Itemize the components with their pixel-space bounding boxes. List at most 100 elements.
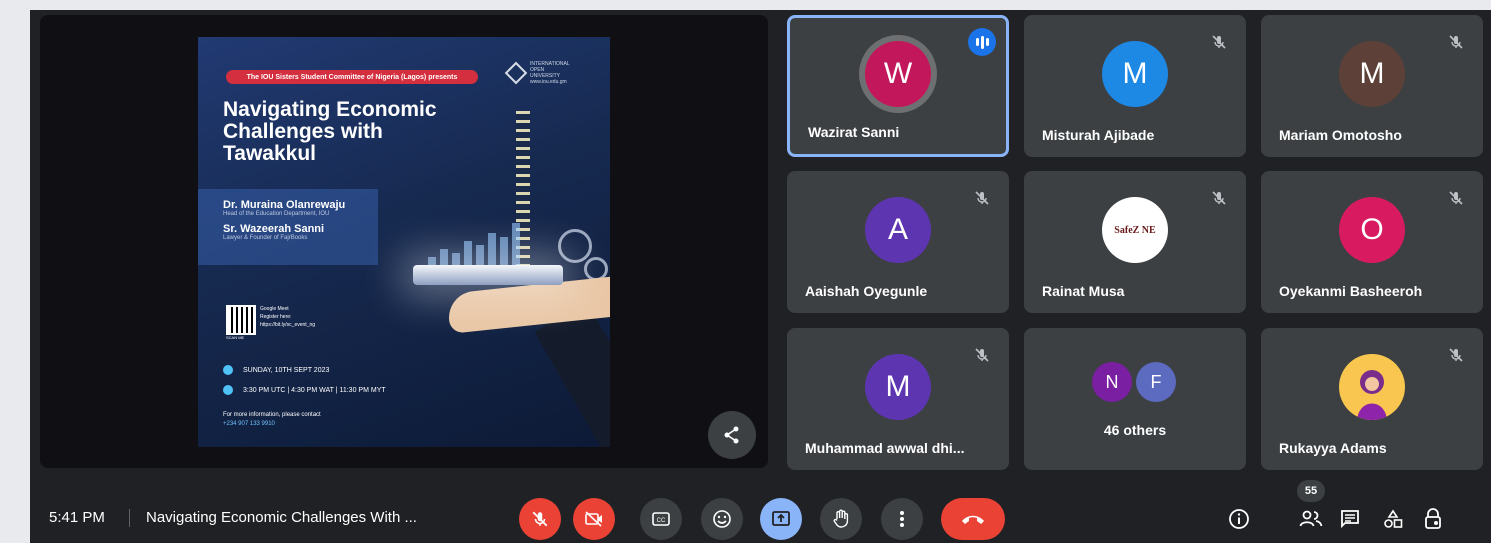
reactions-button[interactable] bbox=[701, 498, 743, 540]
host-controls-button[interactable] bbox=[1416, 502, 1450, 536]
participant-name: Aaishah Oyegunle bbox=[805, 283, 928, 299]
mic-off-icon bbox=[1206, 185, 1232, 211]
event-times: 3:30 PM UTC | 4:30 PM WAT | 11:30 PM MYT bbox=[243, 386, 386, 394]
chat-icon bbox=[1341, 510, 1359, 529]
contact-label: For more information, please contact bbox=[223, 412, 321, 418]
speaker-role: Lawyer & Founder of FajrBooks bbox=[223, 235, 308, 241]
captions-button[interactable]: CC bbox=[640, 498, 682, 540]
event-date-row: SUNDAY, 10TH SEPT 2023 bbox=[223, 365, 329, 375]
mic-off-icon bbox=[1206, 29, 1232, 55]
participant-name: Muhammad awwal dhi... bbox=[805, 440, 965, 456]
participant-name: Mariam Omotosho bbox=[1279, 127, 1402, 143]
speaker-name: Dr. Muraina Olanrewaju bbox=[223, 199, 346, 211]
participant-name: Oyekanmi Basheeroh bbox=[1279, 283, 1423, 299]
lock-person-icon bbox=[1425, 508, 1441, 529]
people-icon bbox=[1299, 510, 1323, 527]
camera-toggle-button[interactable] bbox=[573, 498, 615, 540]
participant-tile[interactable]: Rukayya Adams bbox=[1261, 328, 1483, 470]
event-date: SUNDAY, 10TH SEPT 2023 bbox=[243, 366, 330, 374]
mic-toggle-button[interactable] bbox=[519, 498, 561, 540]
present-screen-icon bbox=[772, 511, 790, 526]
avatar: W bbox=[865, 41, 931, 107]
speaking-indicator-icon bbox=[968, 28, 996, 56]
slide-title: Navigating Economic Challenges with Tawa… bbox=[223, 98, 437, 165]
speaker-name: Sr. Wazeerah Sanni bbox=[223, 223, 325, 235]
speaker-role: Head of the Education Department, IOU bbox=[223, 211, 330, 217]
svg-text:CC: CC bbox=[657, 518, 666, 524]
participant-tile[interactable]: W Wazirat Sanni bbox=[787, 15, 1009, 157]
captions-icon: CC bbox=[652, 512, 670, 526]
contact-phone: +234 907 133 9910 bbox=[223, 421, 275, 427]
participant-name: Wazirat Sanni bbox=[808, 124, 900, 140]
register-link: https://bit.ly/sc_event_ng bbox=[260, 322, 316, 328]
avatar: O bbox=[1339, 197, 1405, 263]
tablet-graphic bbox=[413, 265, 563, 285]
hand-icon bbox=[833, 509, 849, 528]
avatar: M bbox=[865, 354, 931, 420]
event-time-row: 3:30 PM UTC | 4:30 PM WAT | 11:30 PM MYT bbox=[223, 385, 386, 395]
register-label: Register here: bbox=[260, 314, 292, 320]
avatar: A bbox=[865, 197, 931, 263]
meeting-details-button[interactable] bbox=[1222, 502, 1256, 536]
mic-off-icon bbox=[969, 185, 995, 211]
people-count-badge: 55 bbox=[1297, 480, 1325, 502]
participant-tile[interactable]: SafeZ NE Rainat Musa bbox=[1024, 171, 1246, 313]
activities-icon bbox=[1384, 509, 1403, 528]
participant-tile[interactable]: A Aaishah Oyegunle bbox=[787, 171, 1009, 313]
share-icon bbox=[724, 426, 739, 444]
avatar: M bbox=[1339, 41, 1405, 107]
avatar-logo: SafeZ NE bbox=[1102, 197, 1168, 263]
org-url: www.iou.edu.gm bbox=[530, 79, 567, 85]
participant-tile[interactable]: M Muhammad awwal dhi... bbox=[787, 328, 1009, 470]
meet-window: The IOU Sisters Student Committee of Nig… bbox=[30, 10, 1491, 543]
mic-off-icon bbox=[532, 511, 548, 527]
chat-button[interactable] bbox=[1333, 502, 1367, 536]
meeting-title: Navigating Economic Challenges With ... bbox=[146, 509, 417, 526]
mic-off-icon bbox=[1443, 29, 1469, 55]
others-tile[interactable]: N F 46 others bbox=[1024, 328, 1246, 470]
org-name: INTERNATIONAL OPEN UNIVERSITY bbox=[530, 61, 570, 79]
participant-name: Misturah Ajibade bbox=[1042, 127, 1155, 143]
more-options-button[interactable] bbox=[881, 498, 923, 540]
gear-graphic bbox=[558, 229, 592, 263]
more-vert-icon bbox=[900, 511, 904, 527]
org-logo: INTERNATIONAL OPEN UNIVERSITY www.iou.ed… bbox=[504, 61, 574, 85]
participant-tile[interactable]: O Oyekanmi Basheeroh bbox=[1261, 171, 1483, 313]
contact-info: For more information, please contact +23… bbox=[223, 411, 321, 429]
chart-graphic bbox=[428, 217, 548, 267]
divider bbox=[129, 509, 130, 527]
participant-name: Rainat Musa bbox=[1042, 283, 1125, 299]
leave-call-button[interactable] bbox=[941, 498, 1005, 540]
others-avatars: N F bbox=[1092, 362, 1176, 402]
people-button[interactable] bbox=[1294, 502, 1328, 536]
phone-hangup-icon bbox=[962, 515, 984, 524]
speakers-panel: Dr. Muraina Olanrewaju Head of the Educa… bbox=[198, 189, 378, 265]
mic-off-icon bbox=[969, 342, 995, 368]
logo-diamond-icon bbox=[504, 61, 528, 85]
avatar: N bbox=[1092, 362, 1132, 402]
camera-off-icon bbox=[585, 511, 602, 527]
clock-time: 5:41 PM bbox=[49, 509, 105, 526]
clock-icon bbox=[223, 385, 233, 395]
registration-info: Google Meet Register here: https://bit.l… bbox=[260, 305, 315, 329]
participant-tile[interactable]: M Mariam Omotosho bbox=[1261, 15, 1483, 157]
presentation-slide: The IOU Sisters Student Committee of Nig… bbox=[198, 37, 610, 447]
share-button[interactable] bbox=[708, 411, 756, 459]
others-count: 46 others bbox=[1103, 422, 1167, 438]
avatar: M bbox=[1102, 41, 1168, 107]
calendar-icon bbox=[223, 365, 233, 375]
slide-banner: The IOU Sisters Student Committee of Nig… bbox=[226, 70, 478, 84]
present-button[interactable] bbox=[760, 498, 802, 540]
sleeve-graphic bbox=[534, 302, 610, 447]
avatar-photo bbox=[1339, 354, 1405, 420]
activities-button[interactable] bbox=[1376, 502, 1410, 536]
raise-hand-button[interactable] bbox=[820, 498, 862, 540]
meet-label: Google Meet bbox=[260, 306, 289, 312]
participant-tile[interactable]: M Misturah Ajibade bbox=[1024, 15, 1246, 157]
mic-off-icon bbox=[1443, 185, 1469, 211]
participant-name: Rukayya Adams bbox=[1279, 440, 1387, 456]
info-icon bbox=[1229, 509, 1249, 529]
emoji-icon bbox=[713, 510, 731, 528]
control-bar: 5:41 PM Navigating Economic Challenges W… bbox=[30, 480, 1491, 543]
presentation-view: The IOU Sisters Student Committee of Nig… bbox=[40, 15, 768, 468]
